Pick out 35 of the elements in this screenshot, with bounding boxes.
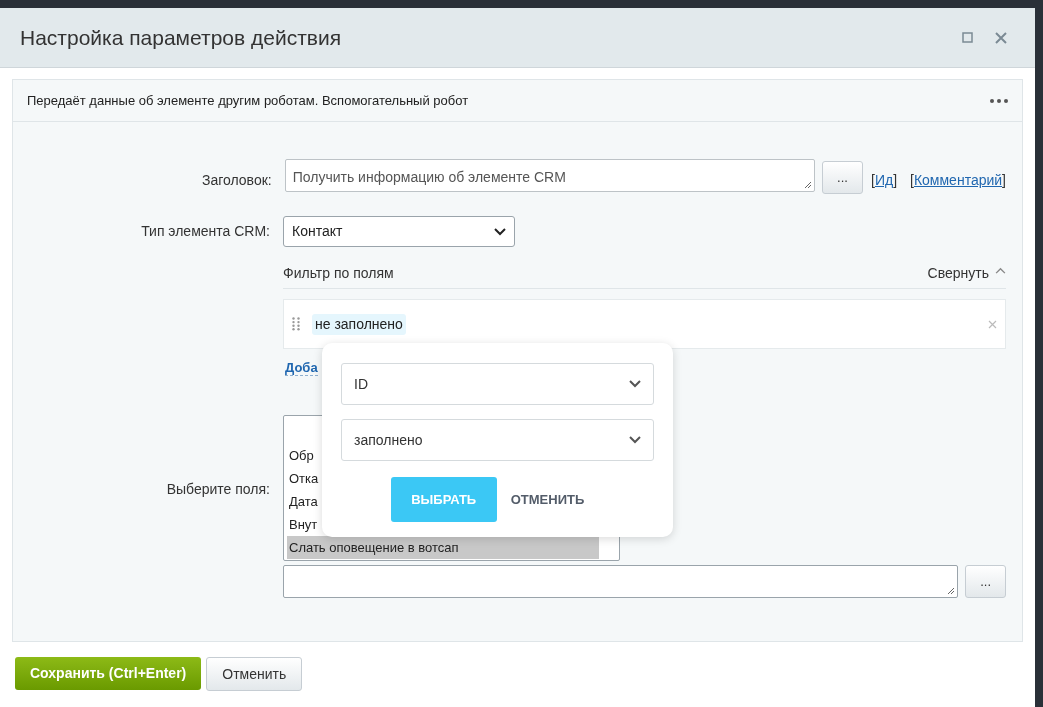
resize-handle-icon: [947, 587, 956, 595]
popup-cancel-button[interactable]: ОТМЕНИТЬ: [510, 489, 585, 510]
bracket: [: [910, 171, 914, 190]
chevron-down-icon: [494, 227, 506, 236]
type-select[interactable]: Контакт: [283, 216, 515, 247]
field-label: Выберите поля:: [165, 479, 271, 499]
chevron-up-icon[interactable]: [995, 267, 1006, 274]
bracket: ]: [893, 171, 898, 190]
remove-icon[interactable]: [988, 319, 997, 329]
collapse-link[interactable]: Свернуть: [927, 263, 989, 284]
dialog-title: Настройка параметров действия: [20, 24, 343, 51]
cancel-button[interactable]: Отменить: [206, 657, 303, 691]
field-label: Заголовок:: [201, 171, 273, 190]
link[interactable]: Комментарий: [913, 170, 1003, 191]
title-input[interactable]: Получить информацию об элементе CRM: [284, 159, 816, 192]
resize-handle-icon: [804, 181, 813, 189]
condition-chip[interactable]: не заполнено: [312, 313, 406, 335]
condition-select[interactable]: заполнено: [341, 419, 654, 461]
filter-heading: Фильтр по полям: [283, 264, 395, 283]
bracket: [: [871, 171, 875, 190]
more-icon[interactable]: [990, 98, 1008, 103]
bracket: ]: [1002, 171, 1006, 190]
field-select[interactable]: ID: [341, 363, 654, 405]
drag-handle-icon[interactable]: [292, 317, 300, 331]
listbox-option[interactable]: Слать оповещение в вотсап: [287, 536, 599, 559]
expression-input[interactable]: [283, 565, 959, 598]
dots-button[interactable]: ...: [822, 161, 863, 194]
chevron-down-icon: [629, 380, 641, 388]
dots-button[interactable]: ...: [965, 565, 1006, 598]
chevron-down-icon: [629, 436, 641, 444]
close-icon[interactable]: [995, 31, 1007, 44]
field-label: Тип элемента CRM:: [140, 222, 271, 241]
add-condition-link[interactable]: Доба: [285, 360, 318, 376]
description-text: Передаёт данные об элементе другим роботам. Вспомогательный робот: [27, 91, 470, 110]
maximize-icon[interactable]: [962, 32, 973, 43]
